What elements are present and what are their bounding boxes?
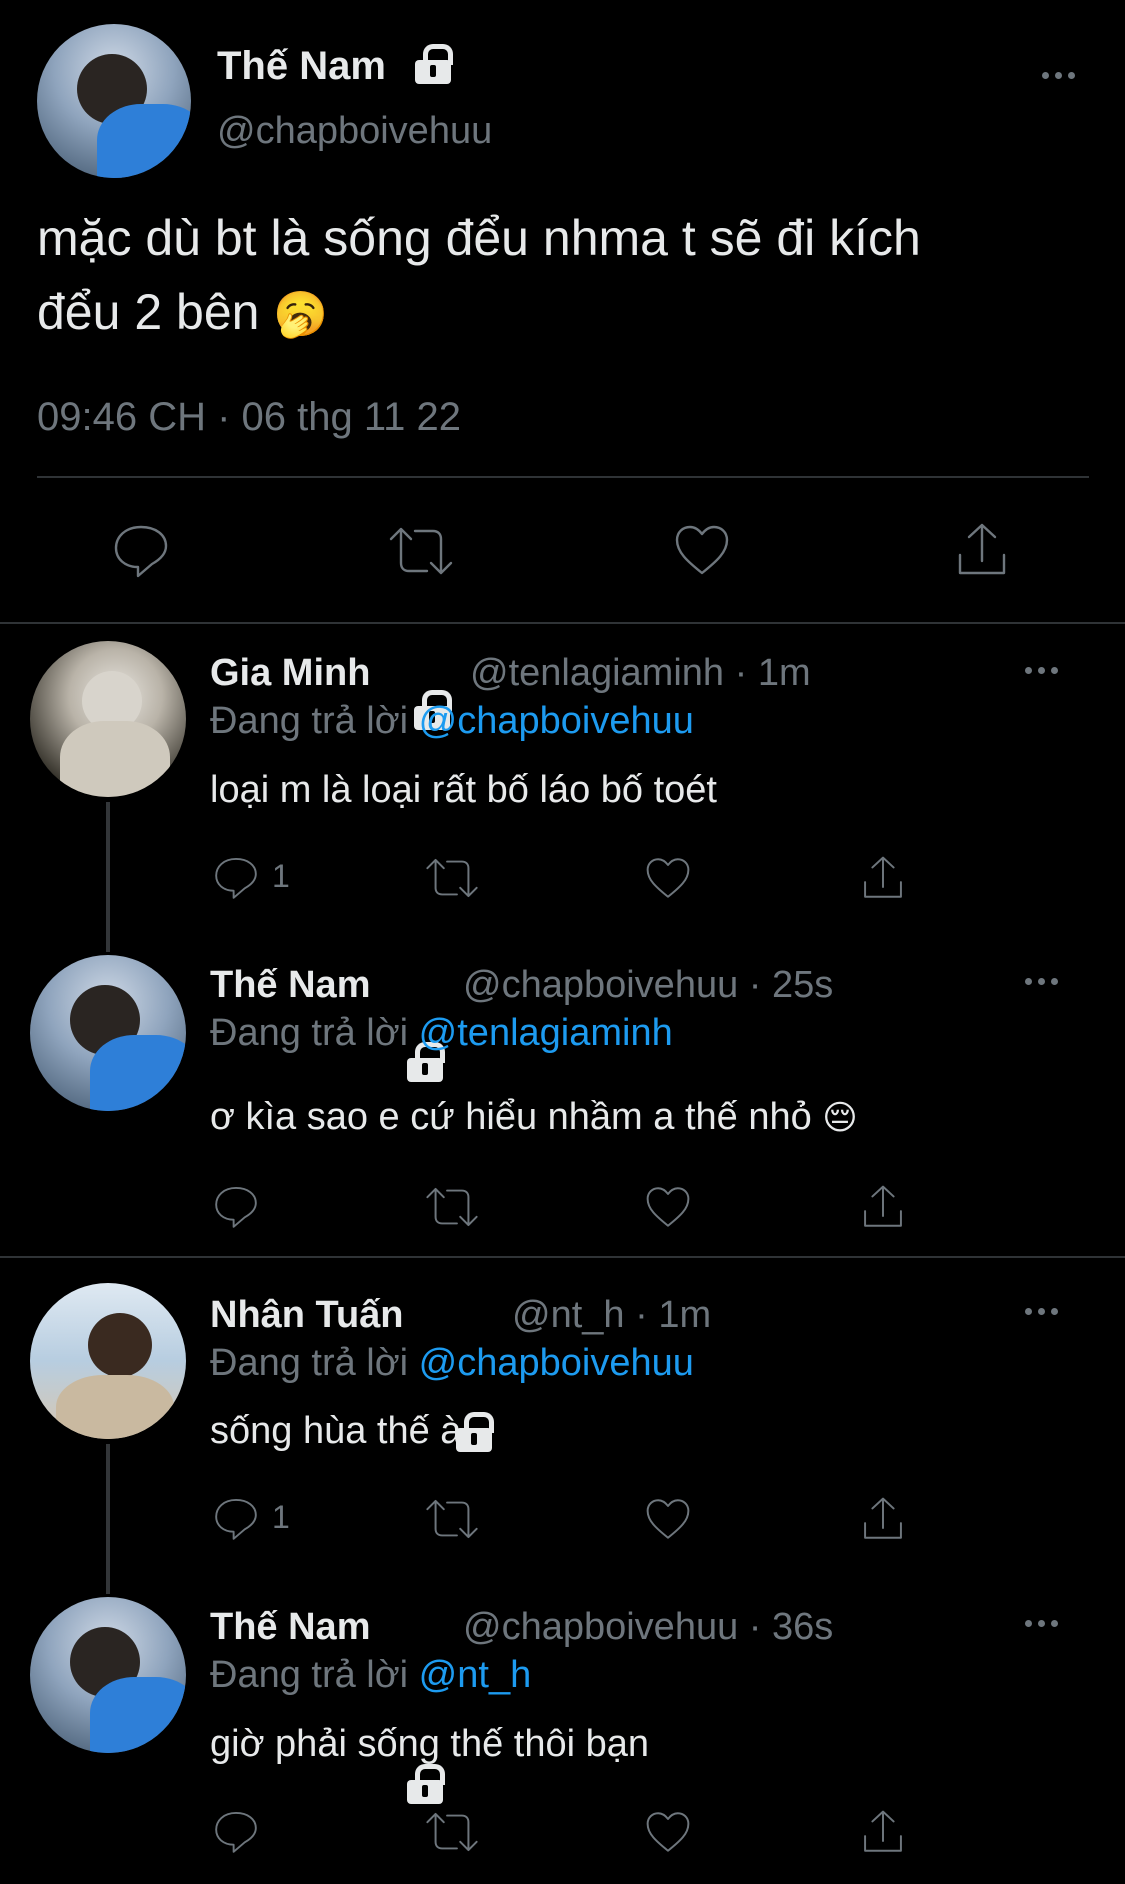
reply-icon[interactable]: [213, 1184, 259, 1230]
replying-prefix: Đang trả lời: [210, 1654, 409, 1696]
handle[interactable]: @nt_h: [512, 1294, 625, 1336]
avatar[interactable]: [37, 24, 191, 178]
replying-to: Đang trả lời @tenlagiaminh: [210, 1010, 673, 1056]
time: · 1m: [635, 1294, 712, 1336]
like-icon[interactable]: [644, 1497, 692, 1541]
like-icon[interactable]: [644, 856, 692, 900]
share-icon[interactable]: [955, 521, 1009, 579]
replying-prefix: Đang trả lời: [210, 1342, 409, 1384]
avatar[interactable]: [30, 1597, 186, 1753]
retweet-icon[interactable]: [424, 1809, 480, 1855]
reply-icon[interactable]: [213, 1809, 259, 1855]
share-icon[interactable]: [861, 1183, 905, 1231]
more-icon[interactable]: [1025, 978, 1058, 985]
display-name[interactable]: Thế Nam: [217, 42, 386, 90]
replying-to: Đang trả lời @chapboivehuu: [210, 698, 694, 744]
retweet-icon[interactable]: [424, 1496, 480, 1542]
reply-icon[interactable]: [112, 523, 170, 579]
replying-mention[interactable]: @tenlagiaminh: [419, 1012, 673, 1054]
handle[interactable]: @chapboivehuu: [463, 1606, 738, 1648]
handle[interactable]: @chapboivehuu: [463, 964, 738, 1006]
time: · 36s: [748, 1606, 834, 1648]
avatar[interactable]: [30, 641, 186, 797]
lock-icon: [403, 1764, 447, 1804]
main-tweet: Thế Nam @chapboivehuu mặc dù bt là sống …: [0, 0, 1125, 578]
more-icon[interactable]: [1025, 667, 1058, 674]
handle[interactable]: @chapboivehuu: [217, 108, 492, 154]
reply-text: loại m là loại rất bố láo bố toét: [210, 769, 717, 811]
tweet-text-line1: mặc dù bt là sống đểu nhma t sẽ đi kích: [37, 210, 921, 266]
handle-and-time: @tenlagiaminh · 1m: [470, 650, 811, 696]
share-icon[interactable]: [861, 1495, 905, 1543]
replying-prefix: Đang trả lời: [210, 1012, 409, 1054]
divider: [0, 622, 1125, 624]
timestamp[interactable]: 09:46 CH · 06 thg 11 22: [37, 393, 461, 441]
tweet-text-line2-content: đểu 2 bên: [37, 284, 260, 340]
share-icon[interactable]: [861, 1808, 905, 1856]
retweet-icon[interactable]: [424, 1184, 480, 1230]
display-name[interactable]: Nhân Tuấn: [210, 1292, 404, 1338]
display-name[interactable]: Thế Nam: [210, 1604, 370, 1650]
yawn-emoji: 🥱: [273, 290, 329, 339]
lock-icon: [411, 44, 455, 84]
handle-and-time: @chapboivehuu · 36s: [463, 1604, 833, 1650]
more-icon[interactable]: [1025, 1620, 1058, 1627]
thread-line: [106, 802, 110, 952]
handle-and-time: @nt_h · 1m: [512, 1292, 711, 1338]
display-name[interactable]: Gia Minh: [210, 650, 370, 696]
reply-count: 1: [272, 1499, 290, 1535]
thread-line: [106, 1444, 110, 1594]
time: · 25s: [748, 964, 834, 1006]
like-icon[interactable]: [644, 1810, 692, 1854]
reply-text: ơ kìa sao e cứ hiểu nhầm a thế nhỏ 😔: [210, 1094, 858, 1141]
handle-and-time: @chapboivehuu · 25s: [463, 962, 833, 1008]
share-icon[interactable]: [861, 854, 905, 902]
more-icon[interactable]: [1042, 72, 1075, 79]
reply-icon[interactable]: [213, 1496, 259, 1542]
pensive-emoji: 😔: [822, 1099, 858, 1137]
retweet-icon[interactable]: [424, 855, 480, 901]
replying-to: Đang trả lời @chapboivehuu: [210, 1340, 694, 1386]
replying-mention[interactable]: @chapboivehuu: [419, 700, 694, 742]
time: · 1m: [734, 652, 811, 694]
replying-mention[interactable]: @nt_h: [419, 1654, 532, 1696]
handle[interactable]: @tenlagiaminh: [470, 652, 724, 694]
divider: [0, 1256, 1125, 1258]
retweet-icon[interactable]: [387, 523, 455, 579]
avatar[interactable]: [30, 1283, 186, 1439]
replying-to: Đang trả lời @nt_h: [210, 1652, 531, 1698]
like-icon[interactable]: [673, 523, 731, 577]
replying-prefix: Đang trả lời: [210, 700, 409, 742]
tweet-text-line2: đểu 2 bên 🥱: [37, 282, 328, 345]
separator: [37, 476, 1089, 478]
display-name[interactable]: Thế Nam: [210, 962, 370, 1008]
reply-count: 1: [272, 858, 290, 894]
replying-mention[interactable]: @chapboivehuu: [419, 1342, 694, 1384]
reply-text: sống hùa thế à: [210, 1410, 462, 1452]
reply-text-content: ơ kìa sao e cứ hiểu nhầm a thế nhỏ: [210, 1096, 812, 1138]
like-icon[interactable]: [644, 1185, 692, 1229]
more-icon[interactable]: [1025, 1308, 1058, 1315]
reply-icon[interactable]: [213, 855, 259, 901]
reply-text: giờ phải sống thế thôi bạn: [210, 1723, 650, 1765]
avatar[interactable]: [30, 955, 186, 1111]
